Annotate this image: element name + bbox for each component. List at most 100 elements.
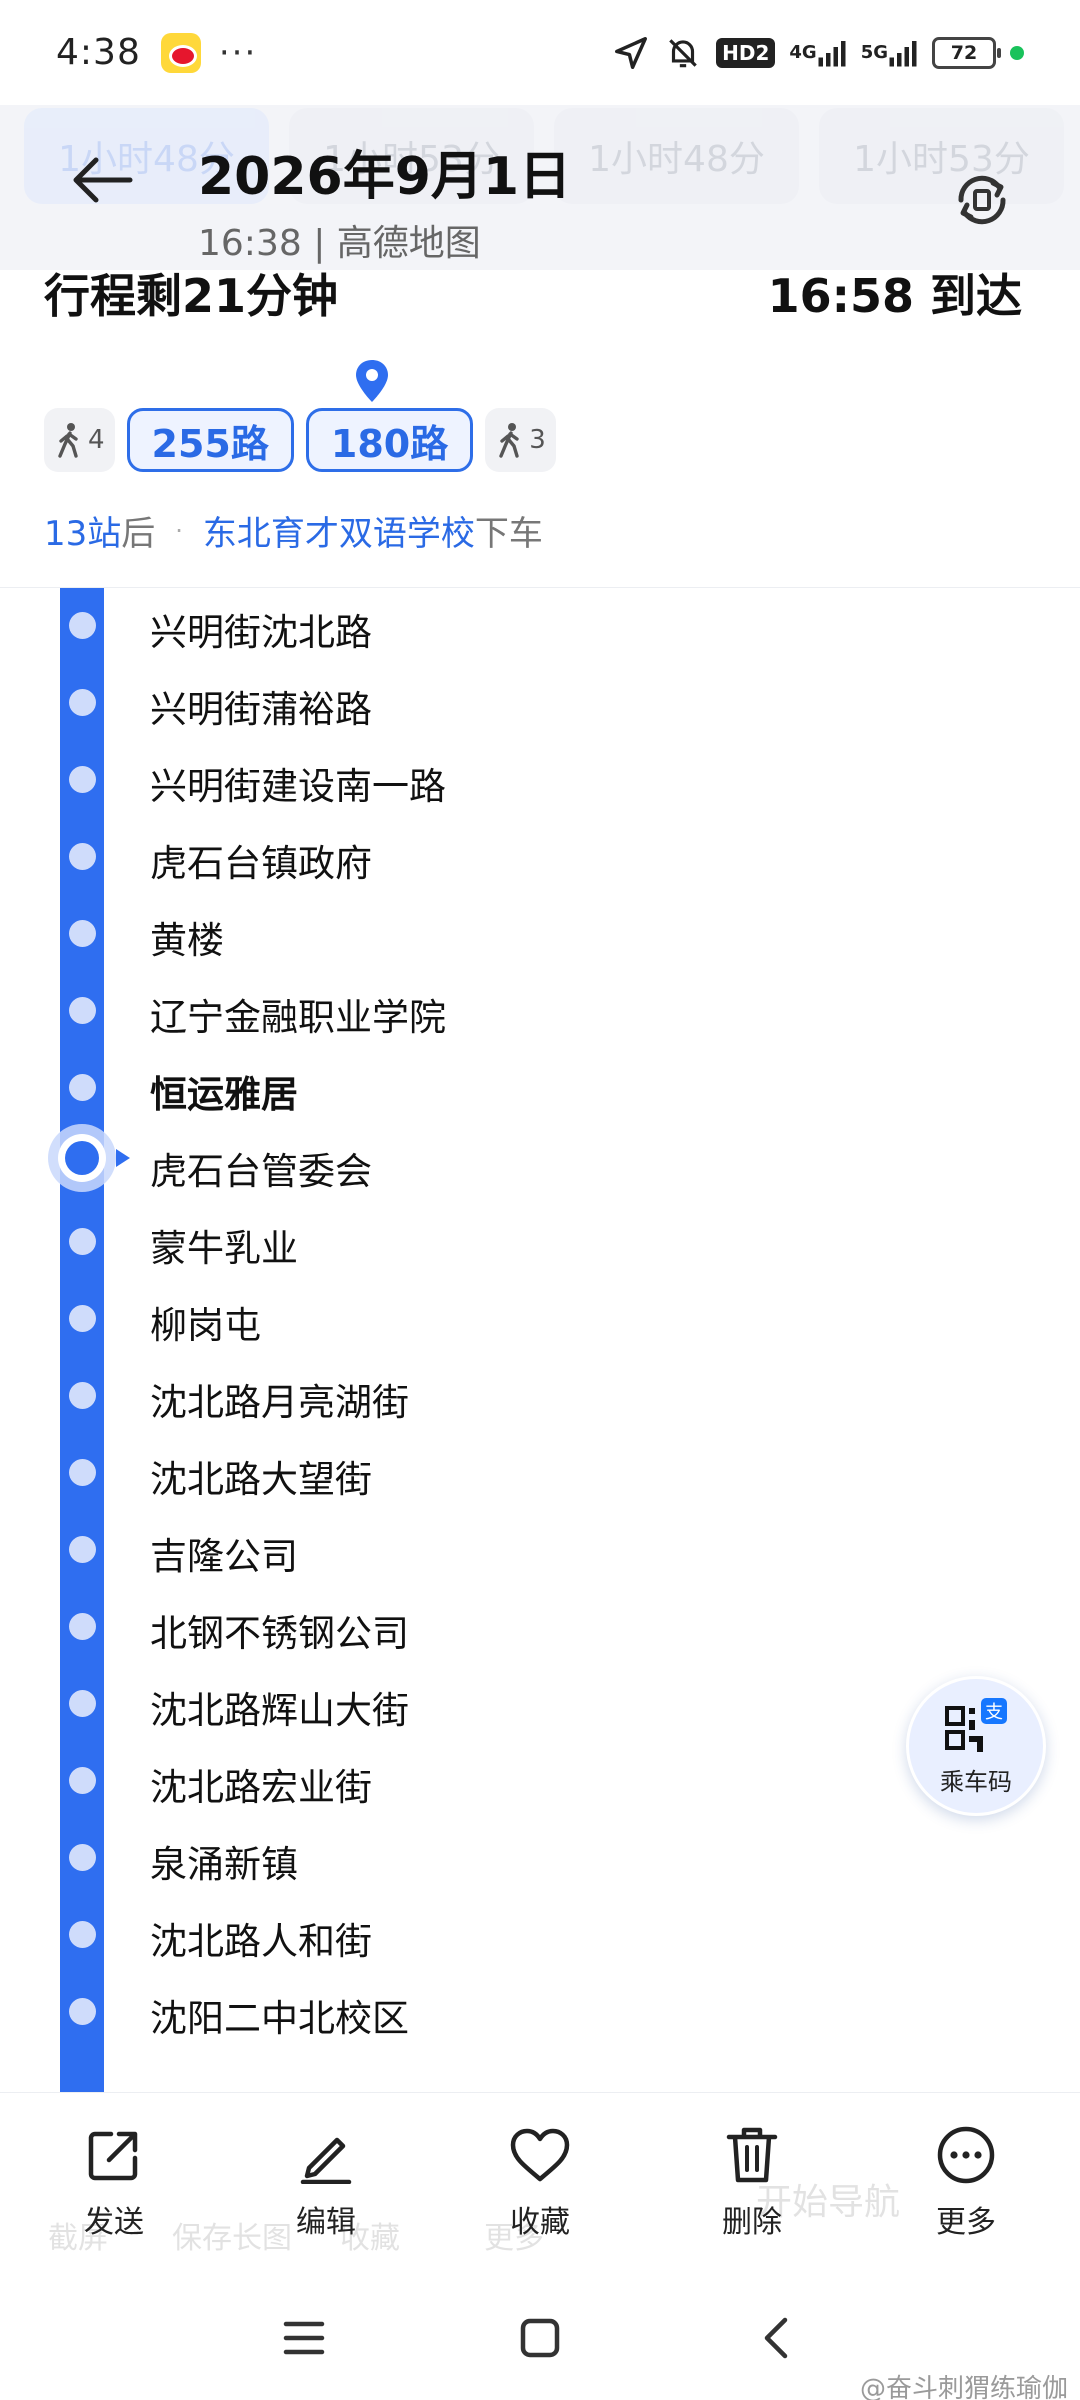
stop-item[interactable]: 沈北路人和街 (0, 1897, 1080, 1974)
status-icons: HD2 4G 5G 72 (612, 34, 1024, 72)
stop-item[interactable]: 恒运雅居 (0, 1050, 1080, 1127)
stop-item[interactable]: 柳岗屯 (0, 1281, 1080, 1358)
stop-dot (69, 1074, 96, 1101)
menu-lines-icon (283, 2321, 325, 2355)
location-arrow-icon (612, 34, 650, 72)
page-subtitle: 16:38 | 高德地图 (198, 223, 481, 264)
stop-dot (69, 1459, 96, 1486)
home-button[interactable] (508, 2306, 572, 2370)
stop-item[interactable]: 沈北路月亮湖街 (0, 1358, 1080, 1435)
back-button[interactable] (62, 140, 142, 220)
stop-dot (69, 843, 96, 870)
stop-item[interactable]: 吉隆公司 (0, 1512, 1080, 1589)
alight-info: 13站 后 · 东北育才双语学校 下车 (44, 506, 543, 555)
status-bar: 4:38 ··· HD2 4G 5G 72 (0, 0, 1080, 105)
stop-item[interactable]: 蒙牛乳业 (0, 1204, 1080, 1281)
bus-route-chip[interactable]: 255路 (126, 408, 294, 472)
stop-name: 沈北路大望街 (150, 1458, 372, 1501)
stop-name: 沈北路月亮湖街 (150, 1381, 409, 1424)
stop-dot (69, 766, 96, 793)
stop-dot (69, 1305, 96, 1332)
stop-item[interactable]: 沈北路大望街 (0, 1435, 1080, 1512)
stop-name: 辽宁金融职业学院 (150, 996, 446, 1039)
route-segments: 4 255路 180路 3 (44, 408, 556, 472)
current-position-marker (48, 1124, 130, 1192)
hd-badge: HD2 (716, 37, 776, 68)
recent-apps-button[interactable] (272, 2306, 336, 2370)
ride-code-button[interactable]: 支 乘车码 (906, 1676, 1046, 1816)
delete-button[interactable]: 删除 (682, 2123, 822, 2253)
stop-item[interactable]: 沈阳二中北校区 (0, 1974, 1080, 2051)
stop-item[interactable]: 兴明街建设南一路 (0, 742, 1080, 819)
trash-icon (726, 2127, 778, 2183)
location-pin-icon (356, 360, 388, 402)
stop-item[interactable]: 黄楼 (0, 896, 1080, 973)
rotate-screen-icon (958, 175, 1006, 225)
stop-name: 泉涌新镇 (150, 1843, 298, 1886)
stop-item[interactable]: 泉涌新镇 (0, 1820, 1080, 1897)
chevron-left-icon (764, 2317, 788, 2359)
stop-name: 吉隆公司 (150, 1535, 298, 1578)
stop-item[interactable]: 兴明街沈北路 (0, 588, 1080, 665)
privacy-indicator-dot (1010, 45, 1024, 60)
screenshot-header: 2026年9月1日 16:38 | 高德地图 (0, 110, 1080, 270)
back-arrow-icon (73, 157, 133, 203)
current-stop-name: 恒运雅居 (150, 1073, 298, 1116)
mute-bell-icon (664, 34, 702, 72)
pencil-icon (300, 2137, 352, 2184)
walk-minutes: 4 (88, 425, 105, 455)
stop-name: 沈北路辉山大街 (150, 1689, 409, 1732)
arrival-time: 16:58 到达 (767, 269, 1022, 323)
more-label: 更多 (936, 2205, 996, 2240)
share-out-icon (88, 2131, 138, 2181)
stop-name: 黄楼 (150, 919, 224, 962)
walking-person-icon (499, 423, 519, 458)
stops-remaining: 13站 (44, 514, 122, 554)
back-nav-button[interactable] (744, 2306, 808, 2370)
stop-dot (69, 689, 96, 716)
stop-item[interactable]: 辽宁金融职业学院 (0, 973, 1080, 1050)
more-dots-icon (937, 2126, 995, 2184)
walk-segment[interactable]: 4 (44, 408, 115, 472)
stop-item[interactable]: 虎石台镇政府 (0, 819, 1080, 896)
favorite-label: 收藏 (510, 2205, 570, 2240)
stop-dot (69, 612, 96, 639)
walking-person-icon (58, 423, 78, 458)
edit-button[interactable]: 编辑 (256, 2123, 396, 2253)
stop-list: 兴明街沈北路兴明街蒲裕路兴明街建设南一路 虎石台镇政府 黄楼辽宁金融职业学院 恒运雅居… (0, 588, 1080, 2092)
bus-route-chip[interactable]: 180路 (305, 408, 474, 472)
stop-name: 兴明街沈北路 (150, 611, 372, 654)
stop-item[interactable]: 兴明街蒲裕路 (0, 665, 1080, 742)
stop-dot (69, 920, 96, 947)
stop-name: 兴明街建设南一路 (150, 765, 446, 808)
stop-dot (69, 1536, 96, 1563)
send-button[interactable]: 发送 (44, 2123, 184, 2253)
stop-item[interactable]: 北钢不锈钢公司 (0, 1589, 1080, 1666)
stop-dot (69, 1690, 96, 1717)
edit-label: 编辑 (296, 2205, 356, 2240)
rotate-button[interactable] (942, 160, 1022, 240)
remaining-time: 行程剩21分钟 (44, 269, 339, 323)
stop-name: 沈北路宏业街 (150, 1766, 372, 1809)
alight-stop-name: 东北育才双语学校 (202, 514, 475, 554)
qr-code-icon: 支 (945, 1697, 1007, 1752)
stop-dot (69, 1767, 96, 1794)
home-square-icon (520, 2318, 560, 2358)
favorite-button[interactable]: 收藏 (470, 2123, 610, 2253)
stop-item[interactable]: 虎石台管委会 (0, 1127, 1080, 1204)
journey-summary-card: 行程剩21分钟 16:58 到达 4 255路 180路 3 13站 后 · 东… (0, 269, 1080, 588)
stop-name: 虎石台管委会 (150, 1150, 372, 1193)
signal-4g-icon: 4G (789, 38, 846, 68)
weibo-icon (160, 32, 201, 73)
walk-segment[interactable]: 3 (485, 408, 556, 472)
stop-name: 虎石台镇政府 (150, 842, 372, 885)
stop-dot (69, 1998, 96, 2025)
stop-name: 沈北路人和街 (150, 1920, 372, 1963)
stop-dot (69, 1228, 96, 1255)
more-button[interactable]: 更多 (896, 2123, 1036, 2253)
status-time: 4:38 (56, 32, 141, 73)
stop-name: 沈阳二中北校区 (150, 1997, 409, 2040)
screen: 4:38 ··· HD2 4G 5G 72 1小时48分 1小时53分 1小时4… (0, 0, 1080, 2400)
stop-dot (69, 1382, 96, 1409)
walk-minutes: 3 (529, 425, 546, 455)
